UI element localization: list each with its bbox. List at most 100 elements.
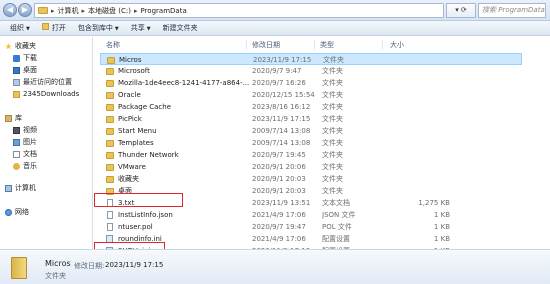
share-label: 共享 (130, 24, 145, 32)
nav-label: 文档 (23, 150, 37, 158)
nav-music[interactable]: 音乐 (13, 161, 37, 172)
desktop-icon (13, 67, 20, 74)
forward-button[interactable]: ▶ (18, 3, 32, 17)
file-name-cell: PicPick (106, 113, 256, 125)
back-button[interactable]: ◀ (3, 3, 17, 17)
share-button[interactable]: 共享 ▼ (127, 23, 159, 33)
nav-network[interactable]: 网络 (5, 207, 29, 218)
music-icon (13, 163, 20, 170)
refresh-button[interactable]: ▾ ⟳ (446, 3, 476, 18)
search-input[interactable]: 搜索 ProgramData (478, 3, 546, 18)
file-row[interactable]: Package Cache 2023/8/16 16:12 文件夹 (100, 101, 522, 113)
file-name-cell: Microsoft (106, 65, 256, 77)
nav-label: 下载 (23, 54, 37, 62)
nav-label: 网络 (15, 208, 29, 216)
details-pane: Micros 修改日期: 2023/11/9 17:15 文件夹 (0, 249, 550, 284)
file-row[interactable]: InstListInfo.json 2021/4/9 17:06 JSON 文件 1 … (100, 209, 522, 221)
file-row[interactable]: 收藏夹 2020/9/1 20:03 文件夹 (100, 173, 522, 185)
column-divider[interactable] (382, 40, 383, 50)
nav-label: 库 (15, 114, 22, 122)
new-folder-button[interactable]: 新建文件夹 (159, 23, 206, 33)
folder-icon (107, 56, 115, 64)
folder-icon (106, 127, 114, 135)
download-icon (13, 55, 20, 62)
file-name: InstListInfo.json (118, 211, 173, 219)
recent-places-icon (13, 79, 20, 86)
breadcrumb-computer[interactable]: 计算机 (56, 6, 81, 16)
breadcrumb-programdata[interactable]: ProgramData (138, 7, 188, 15)
open-icon (41, 23, 49, 30)
file-date: 2021/4/9 17:06 (252, 211, 306, 219)
picture-icon (13, 139, 20, 146)
library-icon (5, 115, 12, 122)
file-name: Start Menu (118, 127, 157, 135)
file-row[interactable]: Microsoft 2020/9/7 9:47 文件夹 (100, 65, 522, 77)
file-row[interactable]: Micros 2023/11/9 17:15 文件夹 (100, 53, 522, 65)
details-name: Micros (45, 259, 71, 268)
new-folder-label: 新建文件夹 (162, 24, 198, 32)
file-name-cell: Start Menu (106, 125, 256, 137)
column-header-date[interactable]: 修改日期 (252, 39, 280, 51)
nav-recent[interactable]: 最近访问的位置 (13, 77, 72, 88)
nav-label: 最近访问的位置 (23, 78, 72, 86)
open-button[interactable]: 打开 (38, 23, 74, 33)
folder-icon (106, 67, 114, 75)
details-date-label: 修改日期: (74, 262, 105, 270)
file-name: ntuser.pol (118, 223, 153, 231)
file-size: 1,275 KB (418, 199, 450, 207)
command-bar: 组织 ▼ 打开 包含到库中 ▼ 共享 ▼ 新建文件夹 (0, 21, 550, 36)
nav-pictures[interactable]: 图片 (13, 137, 37, 148)
file-size (390, 65, 450, 77)
nav-label: 2345Downloads (23, 90, 80, 98)
details-type: 文件夹 (45, 272, 66, 280)
nav-label: 音乐 (23, 162, 37, 170)
folder-icon (38, 7, 48, 14)
nav-videos[interactable]: 视频 (13, 125, 37, 136)
nav-downloads[interactable]: 下载 (13, 53, 37, 64)
file-row[interactable]: PicPick 2023/11/9 17:15 文件夹 (100, 113, 522, 125)
file-row[interactable]: Oracle 2020/12/15 15:54 文件夹 (100, 89, 522, 101)
column-header-type[interactable]: 类型 (320, 39, 334, 51)
column-divider[interactable] (246, 40, 247, 50)
nav-libraries[interactable]: 库 (5, 113, 22, 124)
file-row[interactable]: Templates 2009/7/14 13:08 文件夹 (100, 137, 522, 149)
file-size: 1 KB (433, 211, 450, 219)
file-date: 2023/11/9 13:51 (252, 199, 311, 207)
nav-computer[interactable]: 计算机 (5, 183, 36, 194)
file-row[interactable]: Thunder Network 2020/9/7 19:45 文件夹 (100, 149, 522, 161)
file-name-cell: 收藏夹 (106, 173, 256, 185)
breadcrumb-local-disk[interactable]: 本地磁盘 (C:) (86, 6, 133, 16)
file-name-cell: Package Cache (106, 101, 256, 113)
file-name-cell: Oracle (106, 89, 256, 101)
file-date: 2020/12/15 15:54 (252, 91, 315, 99)
nav-label: 视频 (23, 126, 37, 134)
organize-button[interactable]: 组织 ▼ (6, 23, 38, 33)
open-label: 打开 (51, 24, 66, 32)
file-row[interactable]: ntuser.pol 2020/9/7 19:47 POL 文件 1 KB (100, 221, 522, 233)
file-size (390, 149, 450, 161)
nav-documents[interactable]: 文档 (13, 149, 37, 160)
file-name: VMware (118, 163, 146, 171)
include-label: 包含到库中 (77, 24, 113, 32)
nav-desktop[interactable]: 桌面 (13, 65, 37, 76)
file-size (390, 101, 450, 113)
organize-label: 组织 (10, 24, 24, 32)
column-header-size[interactable]: 大小 (390, 39, 404, 51)
folder-icon (13, 91, 20, 98)
nav-2345downloads[interactable]: 2345Downloads (13, 89, 79, 100)
search-placeholder: 搜索 ProgramData (482, 6, 545, 14)
file-name: Templates (118, 139, 154, 147)
file-date: 2020/9/1 20:06 (252, 163, 306, 171)
file-date: 2021/4/9 17:06 (252, 235, 306, 243)
column-divider[interactable] (314, 40, 315, 50)
address-bar[interactable]: ▸ 计算机 ▸ 本地磁盘 (C:) ▸ ProgramData (34, 3, 444, 18)
file-row[interactable]: Start Menu 2009/7/14 13:08 文件夹 (100, 125, 522, 137)
column-header-name[interactable]: 名称 (106, 39, 120, 51)
file-size (390, 89, 450, 101)
file-size (390, 185, 450, 197)
file-row[interactable]: VMware 2020/9/1 20:06 文件夹 (100, 161, 522, 173)
file-name: Thunder Network (118, 151, 179, 159)
file-row[interactable]: Mozilla-1de4eec8-1241-4177-a864-... 2020/… (100, 77, 522, 89)
nav-favorites[interactable]: 收藏夹 (5, 41, 36, 52)
include-in-library-button[interactable]: 包含到库中 ▼ (74, 23, 127, 33)
